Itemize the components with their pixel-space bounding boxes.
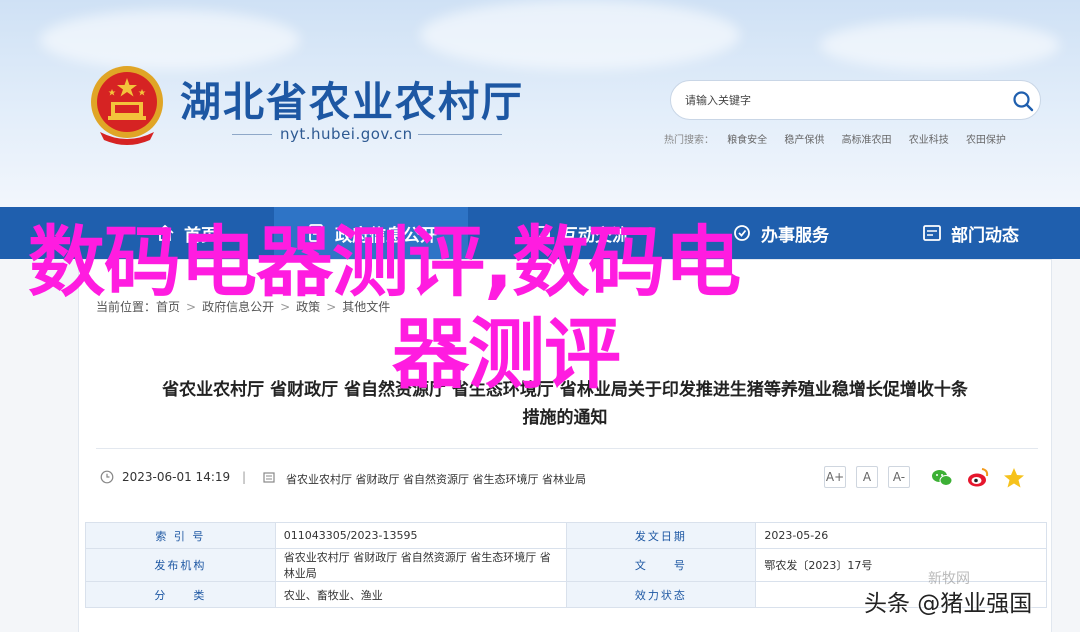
info-key: 效力状态 [565, 581, 757, 608]
search-input[interactable] [685, 90, 985, 110]
info-value: 省农业农村厅 省财政厅 省自然资源厅 省生态环境厅 省林业局 [274, 548, 567, 582]
divider [96, 448, 1038, 449]
info-key: 分 类 [85, 581, 276, 608]
publish-date: 2023-06-01 14:19 [122, 470, 231, 484]
national-emblem-icon [91, 66, 163, 145]
cloud-decoration [420, 0, 740, 70]
hot-search-link[interactable]: 农田保护 [966, 135, 1006, 146]
info-value: 农业、畜牧业、渔业 [274, 581, 567, 608]
meta-separator: | [242, 470, 247, 484]
info-key: 发布机构 [85, 548, 276, 582]
toutiao-watermark: 头条 @猪业强国 [864, 591, 1033, 617]
wechat-icon[interactable] [930, 466, 954, 490]
site-header: 湖北省农业农村厅 nyt.hubei.gov.cn 热门搜索： 粮食安全 稳产保… [0, 0, 1080, 207]
overlay-caption-line: 器测评 [392, 311, 621, 400]
table-row: 发布机构 省农业农村厅 省财政厅 省自然资源厅 省生态环境厅 省林业局 文 号 … [85, 548, 1047, 582]
article-meta: 2023-06-01 14:19 | 省农业农村厅 省财政厅 省自然资源厅 省生… [100, 466, 1040, 490]
weibo-icon[interactable] [966, 466, 990, 490]
cloud-decoration [820, 20, 1060, 70]
overlay-caption-line: 数码电器测评,数码电 [28, 219, 741, 308]
font-decrease-button[interactable]: A- [888, 466, 910, 488]
hot-search-link[interactable]: 粮食安全 [727, 135, 767, 146]
search-box [670, 80, 1041, 120]
font-increase-button[interactable]: A+ [824, 466, 846, 488]
url-line-right [418, 134, 502, 135]
hot-search-link[interactable]: 农业科技 [909, 135, 949, 146]
info-key: 文 号 [565, 548, 757, 582]
qzone-star-icon[interactable] [1002, 466, 1026, 490]
info-value: 011043305/2023-13595 [274, 522, 567, 549]
info-key: 索 引 号 [85, 522, 276, 549]
article-sources: 省农业农村厅 省财政厅 省自然资源厅 省生态环境厅 省林业局 [286, 473, 586, 486]
hot-search-link[interactable]: 高标准农田 [842, 135, 892, 146]
site-title[interactable]: 湖北省农业农村厅 [180, 68, 524, 128]
clock-icon [100, 470, 114, 484]
site-url-wrap: nyt.hubei.gov.cn [232, 124, 502, 146]
overlay-caption: 数码电器测评,数码电 器测评 [28, 218, 1028, 402]
search-icon[interactable] [1012, 90, 1034, 112]
hot-search-label: 热门搜索： [664, 135, 714, 146]
font-default-button[interactable]: A [856, 466, 878, 488]
info-value: 2023-05-26 [755, 522, 1047, 549]
hot-searches: 热门搜索： 粮食安全 稳产保供 高标准农田 农业科技 农田保护 [664, 131, 1054, 147]
article-title-line: 措施的通知 [522, 408, 608, 428]
cloud-decoration [40, 10, 300, 70]
table-row: 索 引 号 011043305/2023-13595 发文日期 2023-05-… [85, 522, 1047, 549]
hot-search-link[interactable]: 稳产保供 [784, 135, 824, 146]
site-url: nyt.hubei.gov.cn [280, 125, 413, 143]
info-value: 鄂农发〔2023〕17号 [755, 548, 1047, 582]
source-icon [263, 472, 275, 483]
url-line-left [232, 134, 272, 135]
info-key: 发文日期 [565, 522, 757, 549]
